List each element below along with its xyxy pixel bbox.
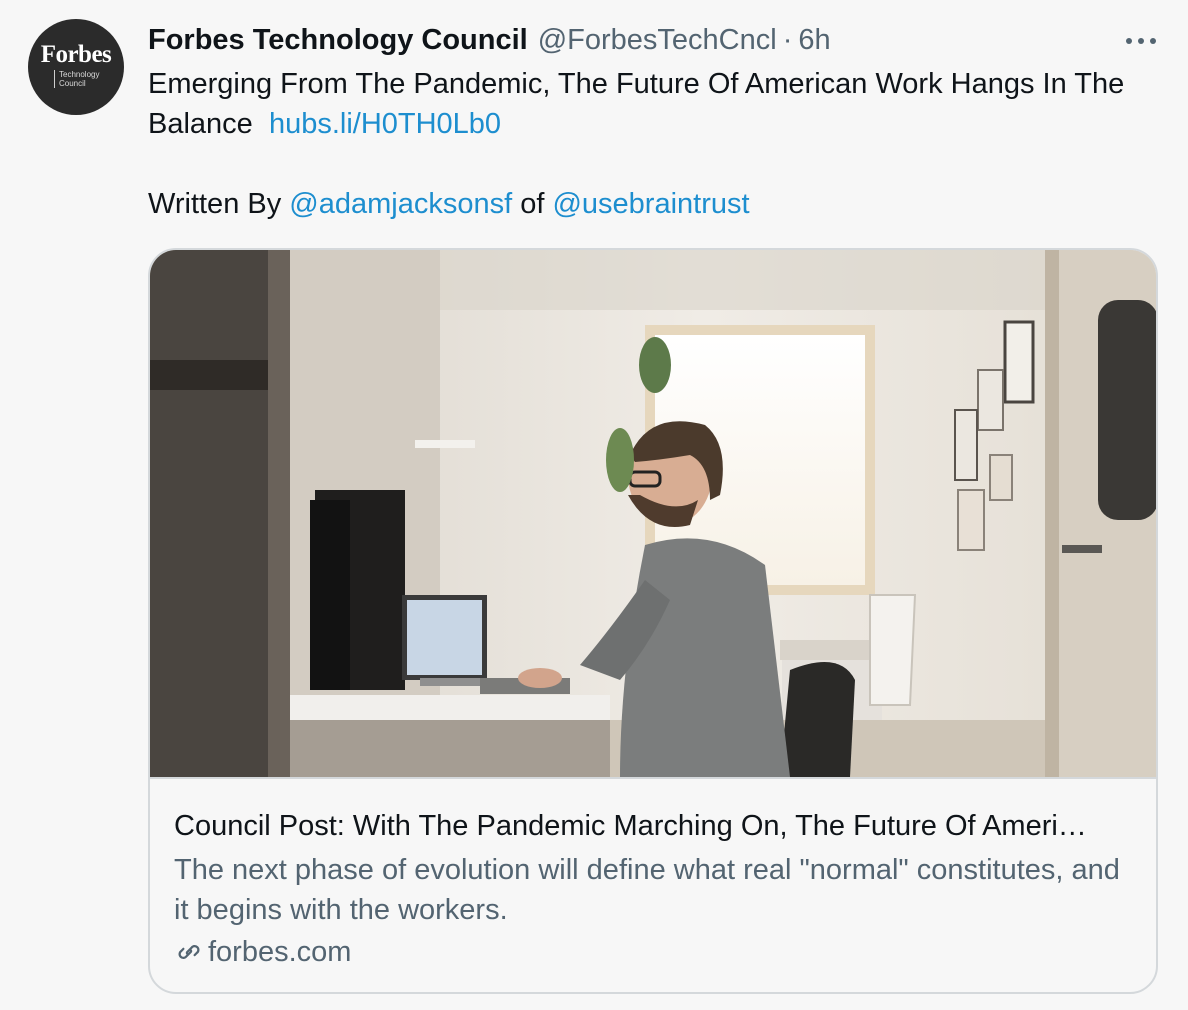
avatar[interactable]: Forbes Technology Council: [28, 19, 124, 115]
separator-dot: ·: [782, 23, 793, 56]
avatar-logo-sub-line2: Council: [59, 79, 86, 88]
timestamp[interactable]: 6h: [798, 24, 830, 57]
mention-author[interactable]: @adamjacksonsf: [289, 188, 512, 220]
written-by-text: Written By: [148, 188, 282, 220]
tweet-link[interactable]: hubs.li/H0TH0Lb0: [269, 108, 501, 140]
avatar-logo-sub-line1: Technology: [59, 70, 100, 79]
photo-man-at-desk: [150, 250, 1156, 777]
display-name[interactable]: Forbes Technology Council: [148, 24, 528, 57]
link-preview-card[interactable]: Council Post: With The Pandemic Marching…: [148, 248, 1158, 994]
tweet-content: Forbes Technology Council @ForbesTechCnc…: [148, 20, 1160, 994]
more-horizontal-icon[interactable]: [1126, 30, 1160, 50]
tweet-text: Emerging From The Pandemic, The Future O…: [148, 64, 1128, 224]
mention-org[interactable]: @usebraintrust: [552, 188, 749, 220]
card-domain-row: forbes.com: [174, 932, 1134, 972]
tweet[interactable]: Forbes Technology Council Forbes Technol…: [0, 0, 1188, 1010]
card-description: The next phase of evolution will define …: [174, 854, 1120, 926]
of-text: of: [520, 188, 545, 220]
card-body: Council Post: With The Pandemic Marching…: [174, 806, 1134, 972]
link-icon: [178, 945, 200, 959]
card-image[interactable]: [150, 250, 1156, 779]
tweet-header: Forbes Technology Council @ForbesTechCnc…: [148, 20, 1160, 60]
card-title[interactable]: Council Post: With The Pandemic Marching…: [174, 806, 1134, 846]
card-domain: forbes.com: [208, 936, 352, 968]
avatar-logo-subtitle: Technology Council: [54, 70, 99, 88]
avatar-logo-word: Forbes: [40, 41, 112, 68]
user-handle[interactable]: @ForbesTechCncl: [538, 24, 777, 57]
